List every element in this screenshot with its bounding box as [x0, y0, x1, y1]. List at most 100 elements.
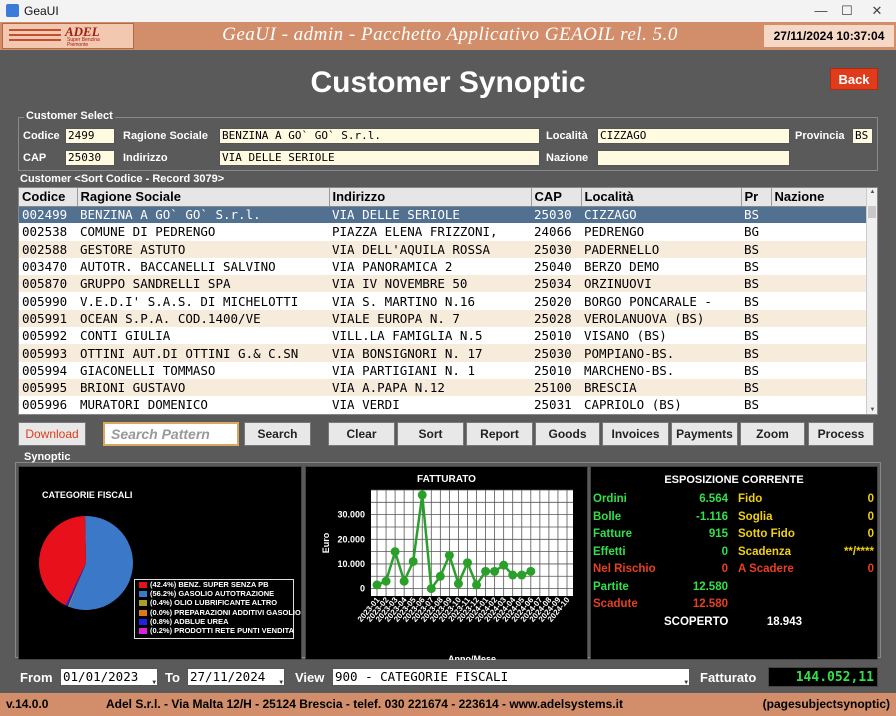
- table-cell: [771, 240, 867, 258]
- fatturato-total: 144.052,11: [768, 667, 878, 687]
- company-info: Adel S.r.l. - Via Malta 12/H - 25124 Bre…: [106, 697, 623, 711]
- legend-label: (56.2%) GASOLIO AUTOTRAZIONE: [150, 589, 275, 599]
- table-row[interactable]: 002538 COMUNE DI PEDRENGO PIAZZA ELENA FRI…: [19, 223, 867, 241]
- dropdown-icon[interactable]: ▼: [684, 675, 688, 685]
- column-header[interactable]: Ragione Sociale: [77, 188, 330, 207]
- report-button[interactable]: Report: [466, 422, 533, 446]
- process-button[interactable]: Process: [808, 422, 874, 446]
- x-axis-label: Anno/Mese: [448, 654, 496, 660]
- table-cell: VILL.LA FAMIGLIA N.5: [329, 327, 531, 345]
- table-cell: 005992: [19, 327, 77, 345]
- payments-button[interactable]: Payments: [671, 422, 738, 446]
- table-row[interactable]: 005870 GRUPPO SANDRELLI SPA VIA IV NOVEMBR…: [19, 275, 867, 293]
- table-cell: 005870: [19, 275, 77, 293]
- view-select[interactable]: 900 - CATEGORIE FISCALI ▼: [332, 668, 690, 686]
- data-point: [381, 576, 391, 586]
- table-cell: [771, 206, 867, 224]
- dropdown-icon[interactable]: ▼: [152, 675, 156, 685]
- page-title: Customer Synoptic: [310, 66, 586, 99]
- grid-scrollbar[interactable]: ▲ ▼: [866, 188, 877, 414]
- table-cell: CONTI GIULIA: [77, 327, 329, 345]
- table-row[interactable]: 005993 OTTINI AUT.DI OTTINI G.& C.SN VIA B…: [19, 344, 867, 362]
- from-date-field[interactable]: 01/01/2023 ▼: [60, 668, 158, 686]
- exposure-label: Sotto Fido: [738, 528, 795, 540]
- table-row[interactable]: 002499 BENZINA A GO` GO` S.r.l. VIA DELLE …: [19, 206, 867, 224]
- exposure-label: Fatture: [593, 528, 632, 540]
- table-row[interactable]: 003470 AUTOTR. BACCANELLI SALVINO VIA PANO…: [19, 257, 867, 276]
- ragione-sociale-field[interactable]: BENZINA A GO` GO` S.r.l.: [219, 128, 540, 144]
- y-tick-label: 20.000: [337, 534, 365, 544]
- table-row[interactable]: 005996 MURATORI DOMENICO VIA VERDI 25031 CAP…: [19, 396, 867, 414]
- table-row[interactable]: 002588 GESTORE ASTUTO VIA DELL'AQUILA ROSS…: [19, 240, 867, 258]
- legend-item: (0.0%) PREPARAZIONI ADDITIVI GASOLIO: [135, 608, 301, 617]
- table-cell: GESTORE ASTUTO: [77, 240, 329, 258]
- exposure-value: 0: [721, 563, 728, 575]
- y-tick-label: 10.000: [337, 559, 365, 569]
- pie-title: CATEGORIE FISCALI: [42, 490, 133, 500]
- scroll-down-icon[interactable]: ▼: [867, 407, 878, 413]
- data-point: [390, 547, 400, 557]
- invoices-button[interactable]: Invoices: [602, 422, 669, 446]
- column-header[interactable]: Pr: [741, 188, 772, 207]
- table-cell: BERZO DEMO: [581, 257, 741, 276]
- table-cell: VIA A.PAPA N.12: [329, 378, 531, 397]
- data-point: [435, 571, 445, 581]
- table-row[interactable]: 005994 GIACONELLI TOMMASO VIA PARTIGIANI N…: [19, 361, 867, 379]
- table-row[interactable]: 005990 V.E.D.I' S.A.S. DI MICHELOTTI VIA S…: [19, 292, 867, 310]
- column-header[interactable]: Codice: [19, 188, 78, 207]
- table-row[interactable]: 005991 OCEAN S.P.A. COD.1400/VE VIALE EURO…: [19, 309, 867, 328]
- sort-button[interactable]: Sort: [397, 422, 464, 446]
- exposure-label: Fido: [738, 493, 763, 505]
- data-point: [444, 550, 454, 560]
- exposure-label: Soglia: [738, 510, 773, 523]
- legend-swatch: [139, 600, 147, 607]
- datetime: 27/11/2024 10:37:04: [764, 25, 894, 47]
- data-point: [481, 566, 491, 576]
- table-cell: GRUPPO SANDRELLI SPA: [77, 275, 329, 293]
- search-button[interactable]: Search: [244, 422, 311, 446]
- scroll-up-icon[interactable]: ▲: [867, 189, 878, 195]
- localita-label: Località: [546, 130, 588, 142]
- legend-label: (42.4%) BENZ. SUPER SENZA PB: [150, 580, 269, 589]
- close-icon[interactable]: ✕: [862, 2, 892, 20]
- scroll-thumb[interactable]: [868, 206, 876, 218]
- back-button[interactable]: Back: [830, 68, 878, 90]
- cap-field[interactable]: 25030: [65, 150, 115, 166]
- codice-field[interactable]: 2499: [65, 128, 115, 144]
- column-header[interactable]: Località: [581, 188, 742, 207]
- table-cell: VEROLANUOVA (BS): [581, 309, 741, 328]
- table-cell: MURATORI DOMENICO: [77, 396, 329, 414]
- data-point: [490, 566, 500, 576]
- legend-item: (56.2%) GASOLIO AUTOTRAZIONE: [135, 589, 293, 598]
- nazione-field[interactable]: [597, 150, 790, 166]
- exposure-label: Scadenza: [738, 545, 792, 558]
- dropdown-icon[interactable]: ▼: [279, 675, 283, 685]
- customer-grid[interactable]: Codice Ragione Sociale Indirizzo CAP Localit…: [18, 187, 878, 415]
- table-row[interactable]: 005992 CONTI GIULIA VILL.LA FAMIGLIA N.5 25…: [19, 327, 867, 345]
- localita-field[interactable]: CIZZAGO: [597, 128, 790, 144]
- column-header[interactable]: CAP: [531, 188, 582, 207]
- table-cell: [771, 378, 867, 397]
- zoom-button[interactable]: Zoom: [740, 422, 805, 446]
- column-header[interactable]: Indirizzo: [329, 188, 532, 207]
- table-cell: 25040: [531, 257, 581, 276]
- maximize-icon[interactable]: ☐: [832, 2, 862, 20]
- company-logo: ADEL Super Benzina Piemonte: [2, 23, 134, 49]
- table-cell: VIA VERDI: [329, 396, 531, 414]
- clear-button[interactable]: Clear: [328, 422, 395, 446]
- table-cell: CIZZAGO: [581, 206, 741, 224]
- table-cell: BS: [741, 240, 771, 258]
- provincia-field[interactable]: BS: [852, 128, 873, 144]
- y-tick-label: 0: [360, 584, 365, 594]
- exposure-value: 915: [708, 528, 728, 540]
- goods-button[interactable]: Goods: [535, 422, 600, 446]
- to-date-field[interactable]: 27/11/2024 ▼: [187, 668, 285, 686]
- download-button[interactable]: Download: [18, 422, 86, 446]
- indirizzo-field[interactable]: VIA DELLE SERIOLE: [219, 150, 540, 166]
- search-input[interactable]: Search Pattern: [103, 422, 239, 446]
- table-cell: [771, 292, 867, 310]
- legend-item: (0.2%) PRODOTTI RETE PUNTI VENDITA: [135, 626, 294, 635]
- table-cell: 25020: [531, 292, 581, 310]
- column-header[interactable]: Nazione: [771, 188, 868, 207]
- table-row[interactable]: 005995 BRIONI GUSTAVO VIA A.PAPA N.12 25100…: [19, 378, 867, 397]
